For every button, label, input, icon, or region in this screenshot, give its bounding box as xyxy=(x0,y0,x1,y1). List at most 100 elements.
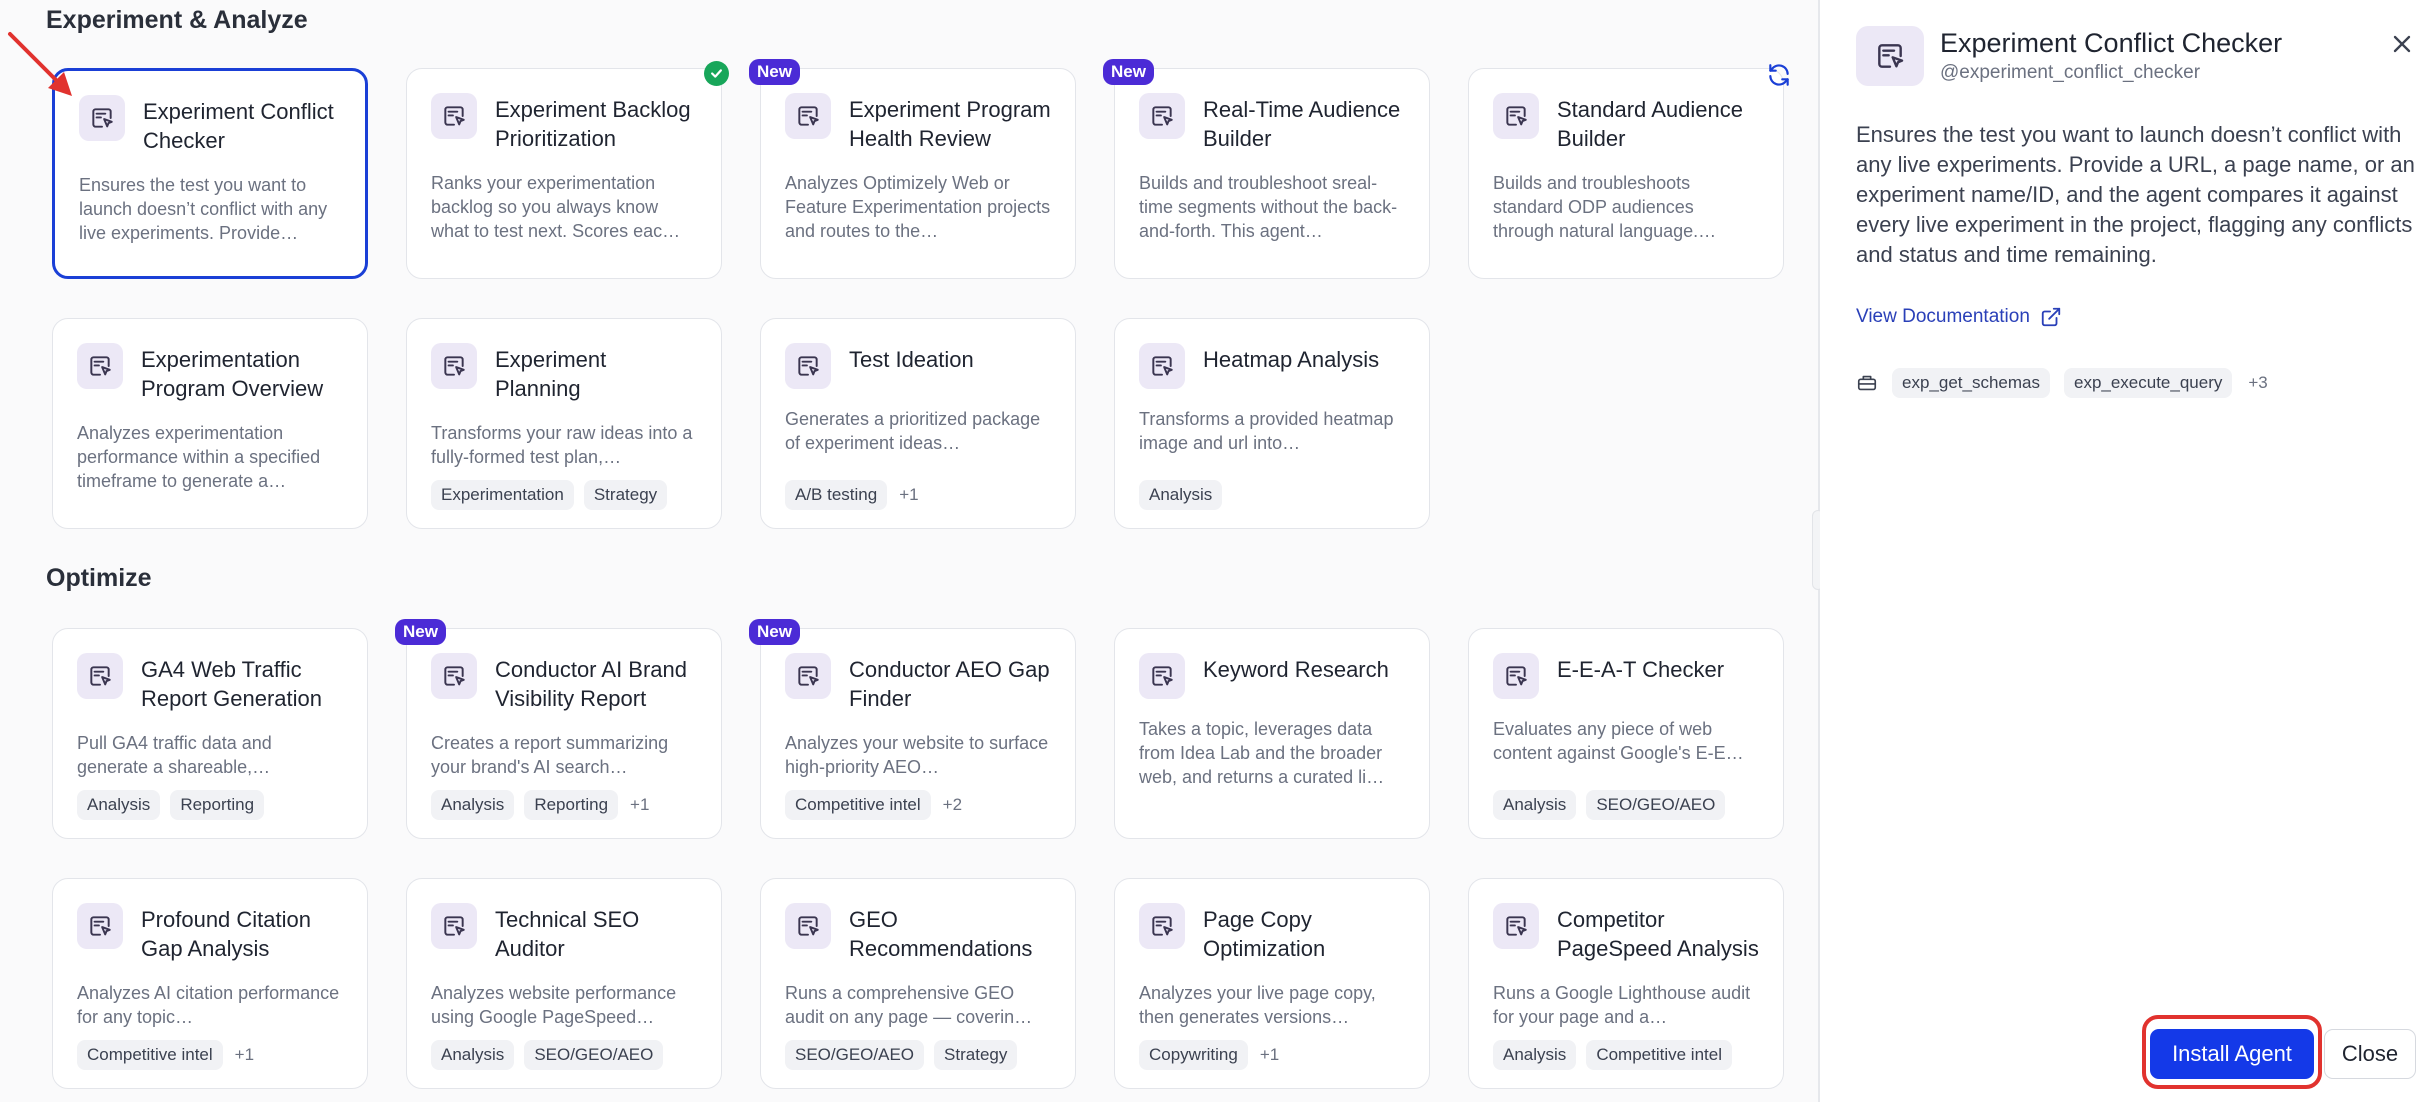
card-title: Experimentation Program Overview xyxy=(141,347,324,401)
agent-icon xyxy=(1139,93,1185,139)
agent-card[interactable]: Heatmap Analysis Transforms a provided he… xyxy=(1114,318,1430,529)
card-title: E-E-A-T Checker xyxy=(1557,657,1725,682)
close-button[interactable]: Close xyxy=(2324,1029,2416,1079)
card-description: Analyzes your website to surface high-pr… xyxy=(785,733,1049,777)
agent-card[interactable]: Experiment Conflict Checker Ensures the t… xyxy=(52,68,368,279)
card-description: Analyzes experimentation performance wit… xyxy=(77,423,321,491)
tag-more-count: +1 xyxy=(234,1045,255,1064)
card-title: Standard Audience Builder xyxy=(1557,97,1743,151)
agent-icon xyxy=(79,95,125,141)
card-title: Experiment Planning xyxy=(495,347,607,401)
tag-more-count: +1 xyxy=(899,485,919,504)
card-title: Test Ideation xyxy=(849,347,974,372)
card-tags: Analysis Reporting +1 xyxy=(431,790,649,820)
agent-icon xyxy=(431,903,477,949)
agent-card[interactable]: Test Ideation Generates a prioritized pac… xyxy=(760,318,1076,529)
new-badge: New xyxy=(749,59,800,85)
new-badge: New xyxy=(395,619,446,645)
agent-card[interactable]: Experiment Backlog Prioritization Ranks y… xyxy=(406,61,729,279)
card-header: Standard Audience Builder xyxy=(1493,93,1759,153)
agent-detail-panel: Experiment Conflict Checker @experiment_… xyxy=(1820,0,2436,1102)
card-header: Competitor PageSpeed Analysis xyxy=(1493,903,1759,963)
agent-card[interactable]: New Experiment Program Health Review Analy… xyxy=(749,59,1076,279)
card-title: Profound Citation Gap Analysis xyxy=(141,907,311,961)
agent-icon xyxy=(77,343,123,389)
agent-card[interactable]: New Conductor AI Brand Visibility Report C… xyxy=(395,619,722,839)
view-documentation-link[interactable]: View Documentation xyxy=(1856,306,2062,328)
tag: Analysis xyxy=(77,790,161,820)
card-tags: Competitive intel +2 xyxy=(785,790,962,820)
card-description: Ensures the test you want to launch does… xyxy=(79,175,328,243)
card-description: Builds and troubleshoots standard ODP au… xyxy=(1493,173,1717,241)
agent-icon xyxy=(1493,653,1539,699)
tool-tag: exp_get_schemas xyxy=(1892,368,2050,398)
close-icon[interactable] xyxy=(2388,30,2416,58)
agent-card[interactable]: Competitor PageSpeed Analysis Runs a Goog… xyxy=(1468,878,1784,1089)
card-title: Keyword Research xyxy=(1203,657,1389,682)
agent-icon xyxy=(1493,93,1539,139)
new-badge: New xyxy=(1103,59,1154,85)
agent-icon xyxy=(785,653,831,699)
agent-card[interactable]: Experiment Planning Transforms your raw i… xyxy=(406,318,722,529)
card-tags: A/B testing +1 xyxy=(785,480,919,510)
card-tags: Experimentation Strategy xyxy=(431,480,668,510)
tag: Competitive intel xyxy=(77,1040,223,1070)
panel-handle: @experiment_conflict_checker xyxy=(1940,62,2201,83)
cursor-window-icon xyxy=(1878,44,1904,68)
agent-card[interactable]: GA4 Web Traffic Report Generation Pull GA… xyxy=(52,628,368,839)
card-description: Analyzes your live page copy, then gener… xyxy=(1139,983,1376,1027)
tag: SEO/GEO/AEO xyxy=(524,1040,664,1070)
tag: A/B testing xyxy=(785,480,888,510)
agent-card[interactable]: Experimentation Program Overview Analyzes… xyxy=(52,318,368,529)
card-description: Ranks your experimentation backlog so yo… xyxy=(431,173,681,241)
card-tags: Analysis SEO/GEO/AEO xyxy=(431,1040,664,1070)
card-description: Transforms a provided heatmap image and … xyxy=(1139,409,1394,453)
card-description: Analyzes AI citation performance for any… xyxy=(77,983,340,1027)
agent-icon xyxy=(1856,26,1924,86)
agent-card[interactable]: Page Copy Optimization Analyzes your live… xyxy=(1114,878,1430,1089)
card-header: Technical SEO Auditor xyxy=(431,903,697,963)
card-tags: Analysis Reporting xyxy=(77,790,265,820)
card-title: Conductor AEO Gap Finder xyxy=(849,657,1050,711)
agent-card[interactable]: Standard Audience Builder Builds and trou… xyxy=(1468,68,1784,279)
agent-card[interactable]: New Real-Time Audience Builder Builds and … xyxy=(1103,59,1430,279)
agent-card[interactable]: New Conductor AEO Gap Finder Analyzes your… xyxy=(749,619,1076,839)
tools-more-count: +3 xyxy=(2248,373,2268,392)
agent-catalog: Experiment & Analyze Experiment Conflict… xyxy=(0,0,1818,1102)
panel-title: Experiment Conflict Checker xyxy=(1940,28,2283,58)
card-description: Generates a prioritized package of exper… xyxy=(785,409,1041,453)
agent-card[interactable]: GEO Recommendations Runs a comprehensive … xyxy=(760,878,1076,1089)
card-header: Heatmap Analysis xyxy=(1139,343,1405,389)
tag: Competitive intel xyxy=(785,790,931,820)
new-badge: New xyxy=(749,619,800,645)
tag: Reporting xyxy=(170,790,265,820)
card-title: GA4 Web Traffic Report Generation xyxy=(141,657,322,711)
agent-card[interactable]: Keyword Research Takes a topic, leverages… xyxy=(1114,628,1430,839)
agent-card[interactable]: Profound Citation Gap Analysis Analyzes A… xyxy=(52,878,368,1089)
refresh-icon[interactable] xyxy=(1766,62,1792,88)
tools-list: exp_get_schemas exp_execute_query +3 xyxy=(1856,368,2268,398)
card-header: Real-Time Audience Builder xyxy=(1139,93,1405,153)
agent-icon xyxy=(1139,903,1185,949)
card-title: Conductor AI Brand Visibility Report xyxy=(495,657,688,711)
agent-icon xyxy=(1139,343,1185,389)
card-header: Experimentation Program Overview xyxy=(77,343,343,403)
card-title: Experiment Program Health Review xyxy=(849,97,1051,151)
install-agent-button[interactable]: Install Agent xyxy=(2150,1029,2314,1079)
card-description: Transforms your raw ideas into a fully-f… xyxy=(431,423,693,467)
agent-icon xyxy=(77,653,123,699)
card-title: Technical SEO Auditor xyxy=(495,907,640,961)
tag: Copywriting xyxy=(1139,1040,1248,1070)
agent-icon xyxy=(785,343,831,389)
tag: SEO/GEO/AEO xyxy=(785,1040,925,1070)
agent-card[interactable]: Technical SEO Auditor Analyzes website pe… xyxy=(406,878,722,1089)
card-tags: Analysis SEO/GEO/AEO xyxy=(1493,790,1726,820)
card-header: Experiment Conflict Checker xyxy=(79,95,341,155)
card-description: Builds and troubleshoot sreal-time segme… xyxy=(1139,173,1398,241)
optimize-card-grid: GA4 Web Traffic Report Generation Pull GA… xyxy=(52,619,1784,1089)
agent-card[interactable]: E-E-A-T Checker Evaluates any piece of we… xyxy=(1468,628,1784,839)
tag: Analysis xyxy=(431,1040,515,1070)
agent-icon xyxy=(431,343,477,389)
card-description: Runs a comprehensive GEO audit on any pa… xyxy=(785,983,1033,1027)
agent-icon xyxy=(785,93,831,139)
